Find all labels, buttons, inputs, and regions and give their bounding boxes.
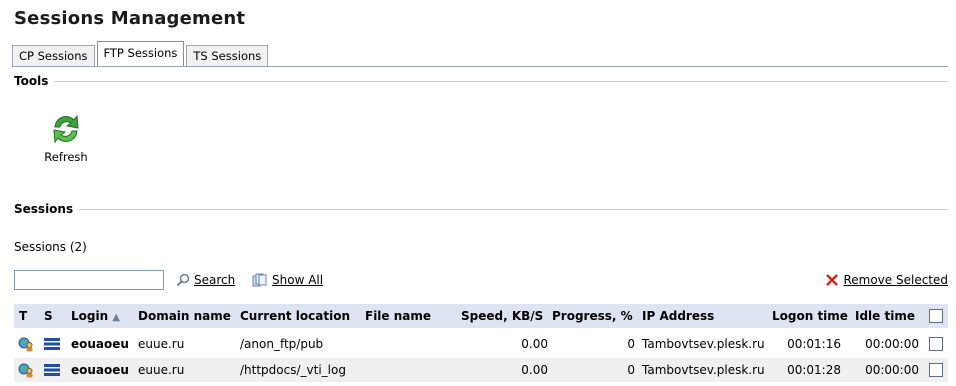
sessions-section-header: Sessions xyxy=(14,202,948,216)
table-row: eouaoeu euue.ru /anon_ftp/pub 0.00 0 Tam… xyxy=(14,332,948,356)
ip-cell: Tambovtsev.plesk.ru xyxy=(642,363,765,377)
search-input[interactable] xyxy=(14,270,164,290)
sessions-heading: Sessions xyxy=(14,202,74,216)
show-all-button[interactable]: Show All xyxy=(252,273,323,287)
tab-ts-sessions[interactable]: TS Sessions xyxy=(186,45,269,66)
progress-cell: 0 xyxy=(627,363,635,377)
row-checkbox[interactable] xyxy=(929,337,943,351)
row-checkbox[interactable] xyxy=(929,363,943,377)
col-location[interactable]: Current location xyxy=(240,304,350,328)
refresh-icon xyxy=(53,114,79,144)
sessions-count: Sessions (2) xyxy=(14,240,87,254)
tools-heading: Tools xyxy=(14,74,49,88)
col-status[interactable]: S xyxy=(44,304,53,328)
login-cell: eouaoeu xyxy=(71,337,129,351)
tab-divider xyxy=(12,66,948,67)
domain-cell: euue.ru xyxy=(138,337,185,351)
speed-cell: 0.00 xyxy=(521,363,548,377)
login-cell: eouaoeu xyxy=(71,363,129,377)
ftp-user-icon xyxy=(18,337,33,352)
remove-x-icon xyxy=(826,274,839,286)
progress-cell: 0 xyxy=(627,337,635,351)
col-logon[interactable]: Logon time xyxy=(772,304,848,328)
show-all-label: Show All xyxy=(272,273,324,287)
col-file[interactable]: File name xyxy=(365,304,431,328)
tab-bar: CP Sessions FTP Sessions TS Sessions xyxy=(12,41,270,66)
search-link-label: Search xyxy=(194,273,236,287)
ip-cell: Tambovtsev.plesk.ru xyxy=(642,337,765,351)
tab-cp-sessions[interactable]: CP Sessions xyxy=(12,45,95,66)
col-progress[interactable]: Progress, % xyxy=(552,304,633,328)
search-button[interactable]: Search xyxy=(176,273,235,287)
location-cell: /anon_ftp/pub xyxy=(240,337,324,351)
col-type[interactable]: T xyxy=(19,304,27,328)
tab-ftp-sessions[interactable]: FTP Sessions xyxy=(96,41,185,66)
sessions-divider xyxy=(79,208,948,210)
remove-selected-button[interactable]: Remove Selected xyxy=(825,273,948,287)
select-all-checkbox[interactable] xyxy=(929,309,943,323)
magnifier-icon xyxy=(176,273,190,287)
col-login-label: Login xyxy=(71,309,109,323)
table-header-row: T S Login ▲ Domain name Current location… xyxy=(14,304,948,328)
page-title: Sessions Management xyxy=(14,8,246,29)
session-status-icon xyxy=(44,364,60,376)
session-status-icon xyxy=(44,338,60,350)
idle-cell: 00:00:00 xyxy=(865,363,919,377)
refresh-label: Refresh xyxy=(44,150,88,164)
logon-cell: 00:01:28 xyxy=(787,363,841,377)
tools-section-header: Tools xyxy=(14,74,948,88)
remove-selected-label: Remove Selected xyxy=(843,273,948,287)
col-login[interactable]: Login ▲ xyxy=(71,304,120,328)
refresh-button[interactable]: Refresh xyxy=(36,112,96,164)
logon-cell: 00:01:16 xyxy=(787,337,841,351)
speed-cell: 0.00 xyxy=(521,337,548,351)
sort-ascending-icon: ▲ xyxy=(112,312,121,323)
col-domain[interactable]: Domain name xyxy=(138,304,231,328)
col-speed[interactable]: Speed, KB/S xyxy=(461,304,543,328)
location-cell: /httpdocs/_vti_log xyxy=(240,363,346,377)
search-toolbar: Search Show All Remove Selected xyxy=(14,270,948,292)
col-idle[interactable]: Idle time xyxy=(855,304,915,328)
table-row: eouaoeu euue.ru /httpdocs/_vti_log 0.00 … xyxy=(14,358,948,382)
ftp-user-icon xyxy=(18,363,33,378)
col-ip[interactable]: IP Address xyxy=(642,304,714,328)
domain-cell: euue.ru xyxy=(138,363,185,377)
tools-divider xyxy=(54,80,948,82)
show-all-icon xyxy=(252,273,267,287)
idle-cell: 00:00:00 xyxy=(865,337,919,351)
